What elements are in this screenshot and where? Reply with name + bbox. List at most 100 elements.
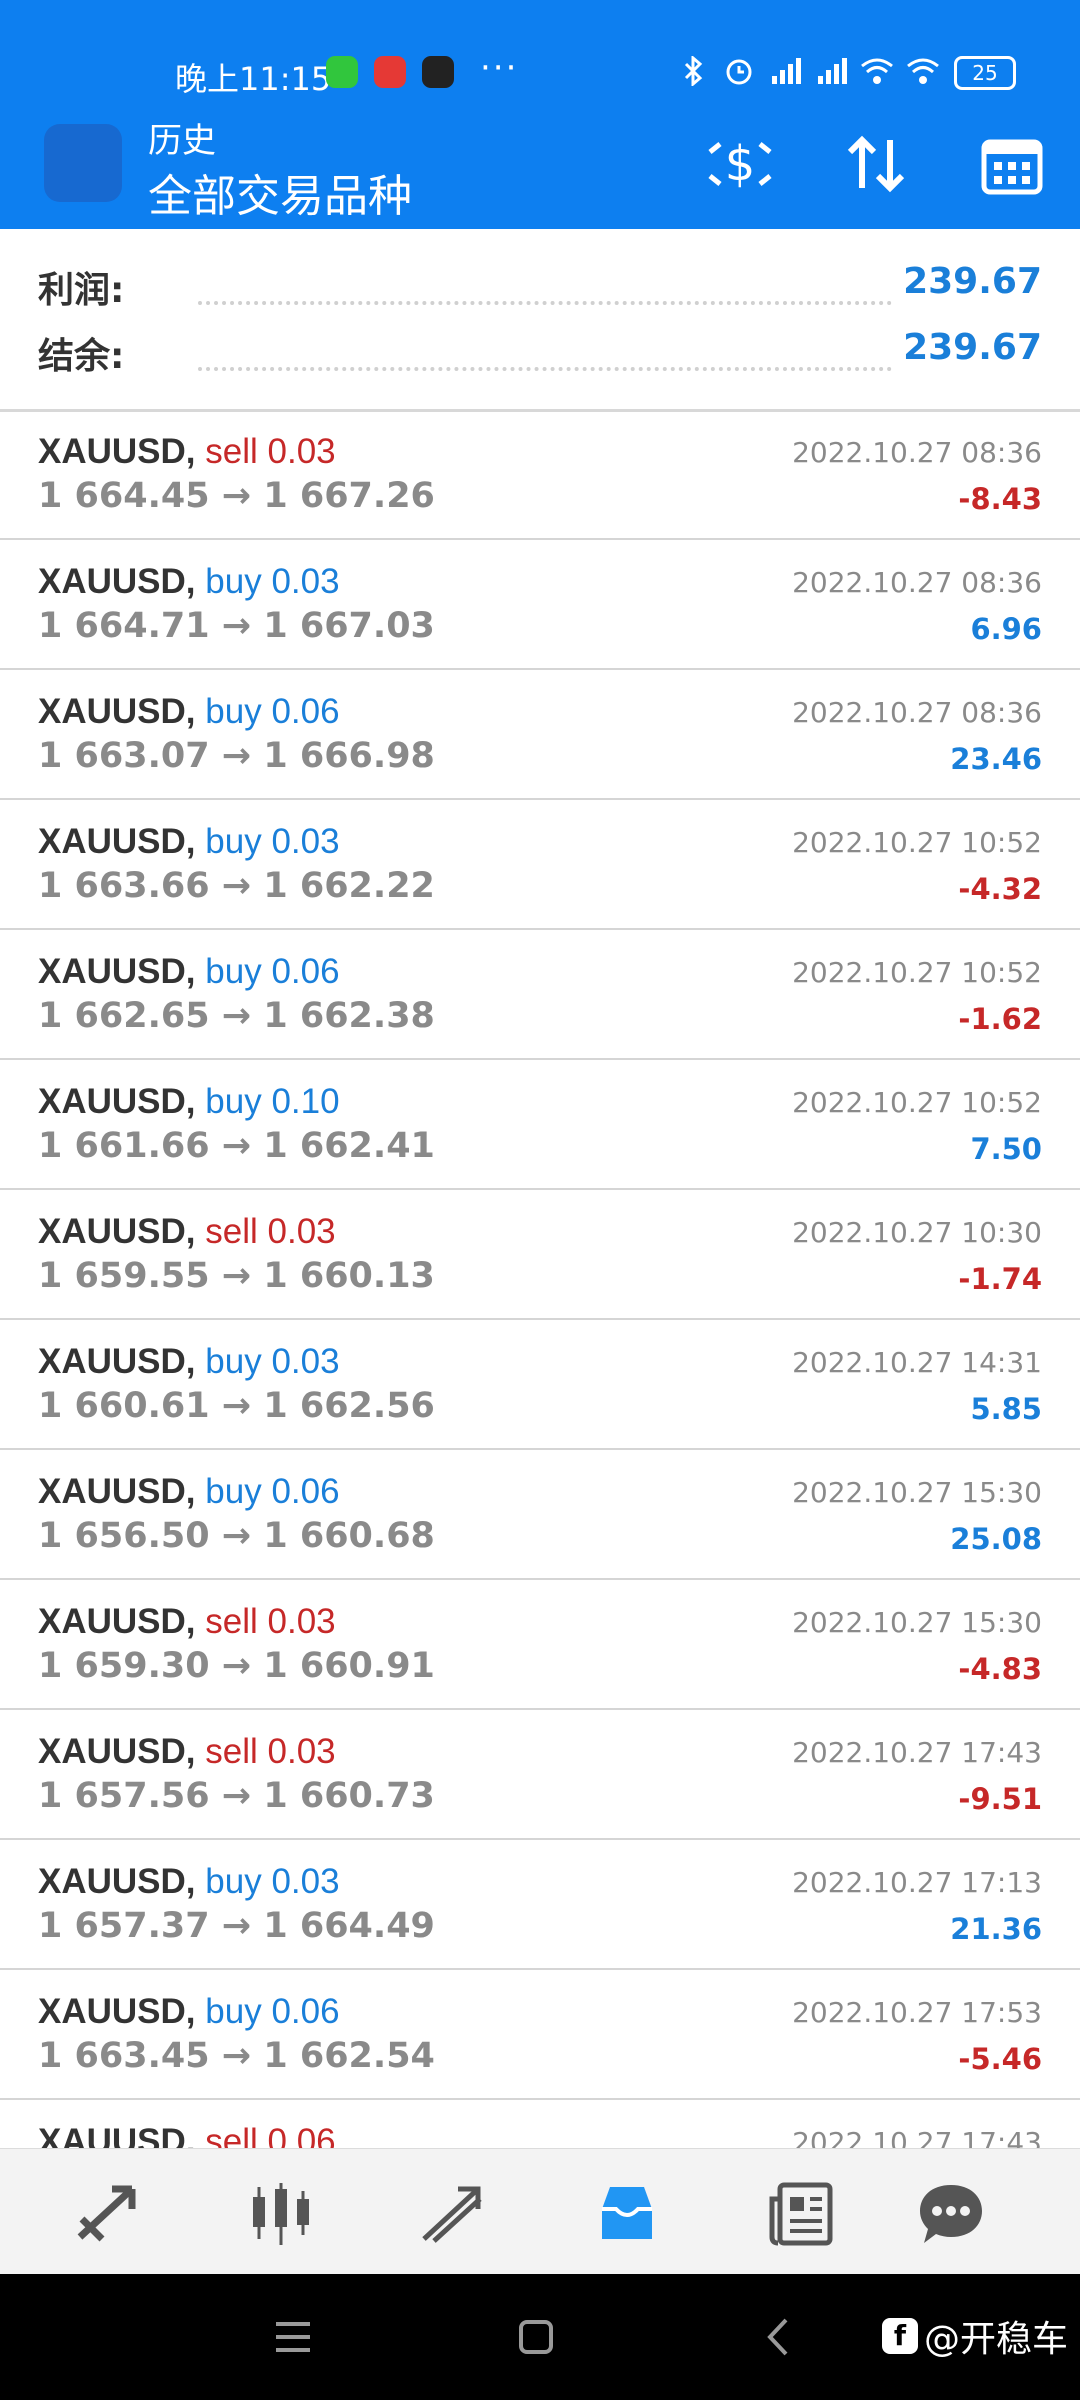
trade-prices: 1 660.61 → 1 662.56 xyxy=(38,1386,435,1426)
chat-icon[interactable] xyxy=(916,2179,986,2249)
svg-text:$: $ xyxy=(725,136,756,192)
trade-time: 2022.10.27 10:30 xyxy=(792,1216,1042,1249)
close-price: 1 662.38 xyxy=(263,996,435,1036)
symbol-text: XAUUSD, xyxy=(38,562,196,601)
trade-profit: 21.36 xyxy=(950,1912,1042,1946)
trade-profit: -5.46 xyxy=(958,2042,1042,2076)
symbol-text: XAUUSD, xyxy=(38,952,196,991)
arrow-right-icon: → xyxy=(209,606,264,646)
side-text: buy xyxy=(205,692,262,731)
alarm-icon xyxy=(726,59,752,85)
trade-prices: 1 664.71 → 1 667.03 xyxy=(38,606,435,646)
open-price: 1 663.45 xyxy=(38,2036,210,2076)
side-text: buy xyxy=(205,952,262,991)
arrow-right-icon: → xyxy=(209,1646,264,1686)
metatrader-logo xyxy=(44,124,122,202)
trade-time: 2022.10.27 10:52 xyxy=(792,1086,1042,1119)
sort-icon[interactable] xyxy=(840,128,912,200)
trade-volume: 0.10 xyxy=(271,1082,340,1121)
profit-value: 239.67 xyxy=(903,261,1042,302)
trade-time: 2022.10.27 08:36 xyxy=(792,696,1042,729)
arrow-right-icon: → xyxy=(209,1126,264,1166)
close-price: 1 667.26 xyxy=(263,476,435,516)
trade-time: 2022.10.27 10:52 xyxy=(792,956,1042,989)
back-icon[interactable] xyxy=(756,2314,802,2360)
symbol-text: XAUUSD, xyxy=(38,432,196,471)
trade-row[interactable]: XAUUSD, buy 0.03 1 664.71 → 1 667.03 2022.… xyxy=(0,540,1080,670)
trade-row[interactable]: XAUUSD, buy 0.06 1 663.45 → 1 662.54 2022.… xyxy=(0,1970,1080,2100)
history-icon[interactable] xyxy=(592,2179,662,2249)
trade-profit: -1.62 xyxy=(958,1002,1042,1036)
trade-side: sell 0.03 xyxy=(196,432,335,471)
side-text: sell xyxy=(205,432,258,471)
close-price: 1 664.49 xyxy=(263,1906,435,1946)
symbol-text: XAUUSD, xyxy=(38,1602,196,1641)
quotes-icon[interactable] xyxy=(72,2179,142,2249)
trade-side: buy 0.06 xyxy=(196,692,339,731)
trade-row[interactable]: XAUUSD, buy 0.06 1 662.65 → 1 662.38 2022.… xyxy=(0,930,1080,1060)
news-icon[interactable] xyxy=(766,2179,836,2249)
trade-volume: 0.03 xyxy=(271,562,340,601)
trade-time: 2022.10.27 15:30 xyxy=(792,1476,1042,1509)
calendar-icon[interactable] xyxy=(976,128,1048,200)
arrow-right-icon: → xyxy=(209,866,264,906)
trade-row[interactable]: XAUUSD, sell 0.03 1 657.56 → 1 660.73 2022… xyxy=(0,1710,1080,1840)
side-text: sell xyxy=(205,2122,258,2150)
dotted-leader xyxy=(198,367,892,371)
trade-symbol: XAUUSD, sell 0.03 xyxy=(38,1732,336,1772)
trade-row[interactable]: XAUUSD, buy 0.06 1 656.50 → 1 660.68 2022.… xyxy=(0,1450,1080,1580)
trade-volume: 0.03 xyxy=(271,1342,340,1381)
arrow-right-icon: → xyxy=(209,476,264,516)
signal-2-icon xyxy=(818,58,847,84)
trade-history-list[interactable]: XAUUSD, sell 0.03 1 664.45 → 1 667.26 2022… xyxy=(0,410,1080,2150)
status-bar: 晚上11:15 ··· 25 xyxy=(0,40,1080,110)
arrow-right-icon: → xyxy=(209,1256,264,1296)
trade-symbol: XAUUSD, buy 0.10 xyxy=(38,1082,340,1122)
trade-row[interactable]: XAUUSD, buy 0.03 1 660.61 → 1 662.56 2022.… xyxy=(0,1320,1080,1450)
trade-row[interactable]: XAUUSD, sell 0.03 1 664.45 → 1 667.26 2022… xyxy=(0,410,1080,540)
more-notifications-icon: ··· xyxy=(480,48,519,88)
balance-value: 239.67 xyxy=(903,327,1042,368)
trade-icon[interactable] xyxy=(418,2179,488,2249)
side-text: sell xyxy=(205,1602,258,1641)
trade-prices: 1 663.07 → 1 666.98 xyxy=(38,736,435,776)
profit-label: 利润: xyxy=(38,270,125,311)
trade-row[interactable]: XAUUSD, sell 0.03 1 659.55 → 1 660.13 2022… xyxy=(0,1190,1080,1320)
trade-row[interactable]: XAUUSD, buy 0.03 1 663.66 → 1 662.22 2022.… xyxy=(0,800,1080,930)
trade-prices: 1 659.55 → 1 660.13 xyxy=(38,1256,435,1296)
trade-row[interactable]: XAUUSD, buy 0.06 1 663.07 → 1 666.98 2022.… xyxy=(0,670,1080,800)
symbol-text: XAUUSD, xyxy=(38,1862,196,1901)
trade-prices: 1 659.30 → 1 660.91 xyxy=(38,1646,435,1686)
trade-symbol: XAUUSD, buy 0.06 xyxy=(38,1472,340,1512)
trade-prices: 1 664.45 → 1 667.26 xyxy=(38,476,435,516)
wifi-2-icon xyxy=(907,58,939,84)
trade-row[interactable]: XAUUSD, sell 0.03 1 659.30 → 1 660.91 2022… xyxy=(0,1580,1080,1710)
watermark-text: @开稳车 xyxy=(923,2319,1068,2360)
trade-symbol: XAUUSD, buy 0.03 xyxy=(38,1342,340,1382)
side-text: buy xyxy=(205,562,262,601)
currency-icon[interactable]: $ xyxy=(704,128,776,200)
signal-1-icon xyxy=(772,58,801,84)
trade-row[interactable]: XAUUSD, buy 0.03 1 657.37 → 1 664.49 2022.… xyxy=(0,1840,1080,1970)
trade-side: buy 0.10 xyxy=(196,1082,340,1121)
close-price: 1 666.98 xyxy=(263,736,435,776)
symbol-text: XAUUSD, xyxy=(38,692,196,731)
trade-profit: 6.96 xyxy=(970,612,1042,646)
trade-time: 2022.10.27 10:52 xyxy=(792,826,1042,859)
trade-prices: 1 656.50 → 1 660.68 xyxy=(38,1516,435,1556)
wechat-icon xyxy=(326,56,358,88)
trade-row[interactable]: XAUUSD, sell 0.06 2022.10.27 17:43 xyxy=(0,2100,1080,2150)
chart-icon[interactable] xyxy=(245,2179,315,2249)
side-text: sell xyxy=(205,1732,258,1771)
menu-icon[interactable] xyxy=(270,2314,316,2360)
app-header: 晚上11:15 ··· 25 历史 全部交易品种 $ xyxy=(0,0,1080,229)
close-price: 1 660.13 xyxy=(263,1256,435,1296)
trade-row[interactable]: XAUUSD, buy 0.10 1 661.66 → 1 662.41 2022.… xyxy=(0,1060,1080,1190)
home-icon[interactable] xyxy=(513,2314,559,2360)
close-price: 1 660.68 xyxy=(263,1516,435,1556)
trade-symbol: XAUUSD, sell 0.06 xyxy=(38,2122,336,2150)
close-price: 1 660.91 xyxy=(263,1646,435,1686)
open-price: 1 657.37 xyxy=(38,1906,210,1946)
trade-time: 2022.10.27 17:13 xyxy=(792,1866,1042,1899)
symbol-filter[interactable]: 全部交易品种 xyxy=(148,160,412,224)
